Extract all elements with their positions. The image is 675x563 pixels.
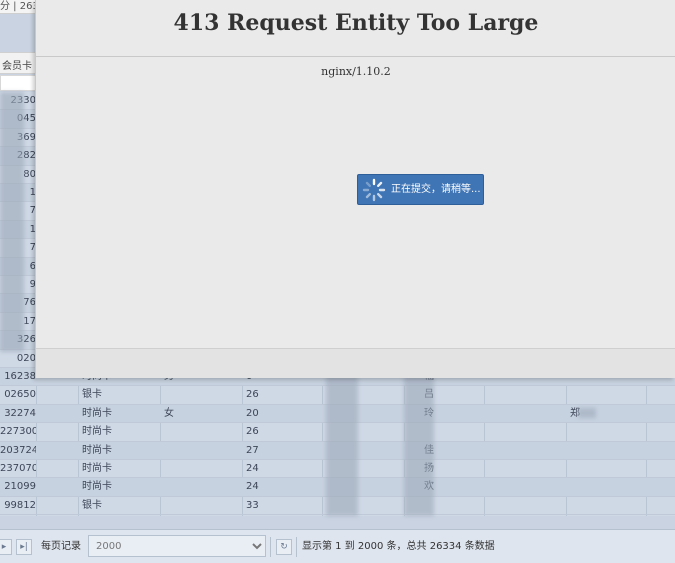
cell-id: 203724 (0, 444, 36, 456)
cell-id: 99812 (4, 499, 36, 511)
cell-age: 26 (246, 426, 259, 438)
cell-id: 237070 (0, 463, 36, 474)
server-signature: nginx/1.10.2 (321, 65, 391, 78)
prev-page-button[interactable]: ▸ (0, 539, 12, 555)
error-title: 413 Request Entity Too Large (173, 10, 539, 36)
pager-bar: ▸ ▸| 每页记录 2000 ↻ 显示第 1 到 2000 条，总共 26334… (0, 529, 675, 563)
last-page-button[interactable]: ▸| (16, 539, 32, 555)
last-page-icon: ▸| (20, 542, 28, 552)
cell-card-type: 银卡 (82, 389, 102, 401)
pager-separator (296, 537, 297, 557)
cell-age: 27 (246, 444, 259, 456)
refresh-button[interactable]: ↻ (276, 539, 292, 555)
submit-dialog: 413 Request Entity Too Large nginx/1.10.… (35, 0, 675, 378)
cell-id: 32274 (4, 407, 36, 419)
redacted-area (326, 374, 358, 516)
cell-gender: 女 (164, 407, 174, 419)
cell-age: 26 (246, 389, 259, 401)
loading-message: 正在提交，请稍等... (391, 184, 481, 195)
column-filter-input[interactable] (0, 75, 36, 91)
redacted-area (578, 408, 596, 418)
cell-id: 020 (16, 352, 36, 364)
top-strip-text: 分 | 263 (0, 1, 39, 12)
pager-separator (270, 537, 271, 557)
column-header-label: 会员卡 (2, 61, 32, 72)
cell-id: 02650 (4, 389, 36, 401)
dialog-footer (36, 348, 675, 378)
cell-card-type: 银卡 (82, 499, 102, 511)
cell-age: 33 (246, 499, 259, 511)
page-size-label: 每页记录 (41, 541, 81, 552)
spinner-icon (362, 178, 386, 202)
cell-age: 20 (246, 407, 259, 419)
prev-page-icon: ▸ (1, 542, 7, 552)
column-header-card[interactable]: 会员卡 (0, 52, 36, 74)
pager-summary: 显示第 1 到 2000 条，总共 26334 条数据 (302, 541, 495, 552)
cell-id: 16238 (4, 371, 36, 382)
cell-card-type: 时尚卡 (82, 463, 112, 474)
redacted-area (404, 374, 434, 516)
cell-card-type: 时尚卡 (82, 407, 112, 419)
cell-card-type: 时尚卡 (82, 426, 112, 438)
cell-id: 21099 (4, 481, 36, 493)
cell-card-type: 时尚卡 (82, 444, 112, 456)
loading-indicator: 正在提交，请稍等... (357, 174, 484, 205)
error-divider (36, 56, 675, 57)
cell-card-type: 时尚卡 (82, 481, 112, 493)
refresh-icon: ↻ (280, 542, 288, 552)
cell-id: 227300 (0, 426, 36, 438)
page-size-select[interactable]: 2000 (88, 535, 266, 557)
redacted-area (0, 92, 24, 352)
cell-age: 24 (246, 463, 259, 474)
cell-age: 24 (246, 481, 259, 493)
